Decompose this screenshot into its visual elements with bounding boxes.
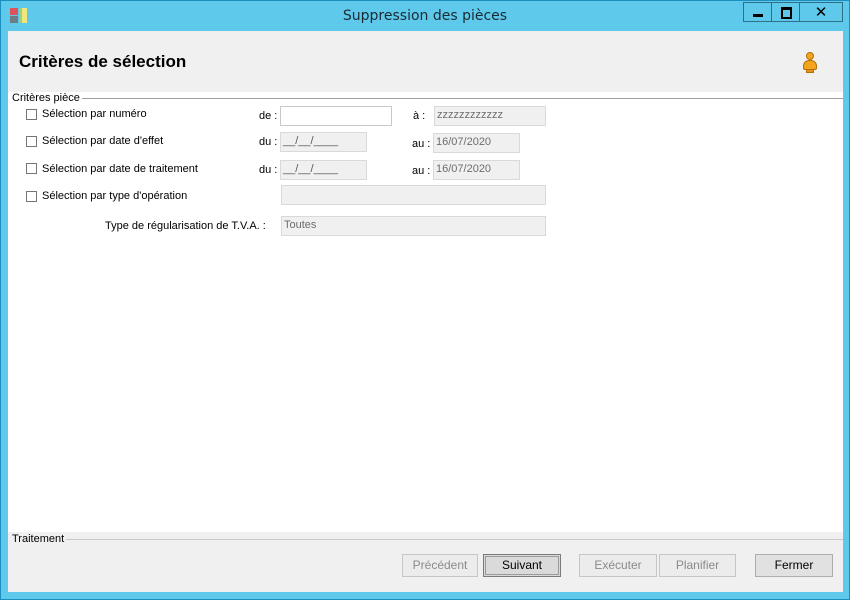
- dialog-content: Critères de sélection Critères pièce Sél…: [8, 31, 843, 592]
- minimize-button[interactable]: [743, 2, 772, 22]
- numero-from-input[interactable]: [280, 106, 392, 126]
- numero-checkbox[interactable]: [26, 109, 37, 120]
- numero-from-prefix: de :: [259, 110, 278, 122]
- execute-button[interactable]: Exécuter: [579, 554, 657, 577]
- page-title: Critères de sélection: [19, 52, 187, 71]
- criteria-group-divider: [74, 98, 843, 99]
- type-operation-checkbox[interactable]: [26, 191, 37, 202]
- numero-to-prefix: à :: [413, 110, 426, 122]
- app-window: Suppression des pièces ✕ Critères de sél…: [0, 0, 850, 600]
- close-button[interactable]: Fermer: [755, 554, 833, 577]
- close-window-button[interactable]: ✕: [799, 2, 843, 22]
- date-effet-from-prefix: du :: [259, 136, 278, 148]
- next-button-label: Suivant: [501, 558, 543, 572]
- date-traitement-label: Sélection par date de traitement: [42, 163, 198, 175]
- type-tva-select[interactable]: Toutes: [281, 216, 546, 236]
- type-operation-select[interactable]: [281, 185, 546, 205]
- date-traitement-checkbox[interactable]: [26, 163, 37, 174]
- date-effet-label: Sélection par date d'effet: [42, 135, 164, 147]
- minimize-icon: [753, 14, 763, 17]
- type-operation-label: Sélection par type d'opération: [42, 190, 188, 202]
- window-title: Suppression des pièces: [342, 8, 508, 24]
- date-effet-checkbox[interactable]: [26, 136, 37, 147]
- date-traitement-to-prefix: au :: [412, 165, 431, 177]
- date-effet-to-input[interactable]: 16/07/2020: [433, 133, 520, 153]
- numero-label: Sélection par numéro: [42, 108, 147, 120]
- date-traitement-from-input[interactable]: __/__/____: [280, 160, 367, 180]
- user-icon[interactable]: [802, 52, 818, 74]
- date-traitement-from-prefix: du :: [259, 164, 278, 176]
- date-effet-to-prefix: au :: [412, 138, 431, 150]
- treatment-group-divider: [66, 539, 843, 540]
- treatment-group-label: Traitement: [12, 533, 67, 545]
- maximize-icon: [781, 7, 792, 19]
- next-button[interactable]: Suivant: [483, 554, 561, 577]
- date-effet-from-input[interactable]: __/__/____: [280, 132, 367, 152]
- criteria-group-label: Critères pièce: [12, 92, 82, 104]
- previous-button[interactable]: Précédent: [402, 554, 478, 577]
- type-tva-label: Type de régularisation de T.V.A. :: [105, 220, 266, 232]
- date-traitement-to-input[interactable]: 16/07/2020: [433, 160, 520, 180]
- close-icon: ✕: [814, 3, 828, 21]
- plan-button[interactable]: Planifier: [659, 554, 736, 577]
- maximize-button[interactable]: [771, 2, 800, 22]
- title-bar[interactable]: Suppression des pièces ✕: [1, 1, 849, 31]
- header-panel: Critères de sélection: [8, 31, 843, 92]
- numero-to-input[interactable]: zzzzzzzzzzzz: [434, 106, 546, 126]
